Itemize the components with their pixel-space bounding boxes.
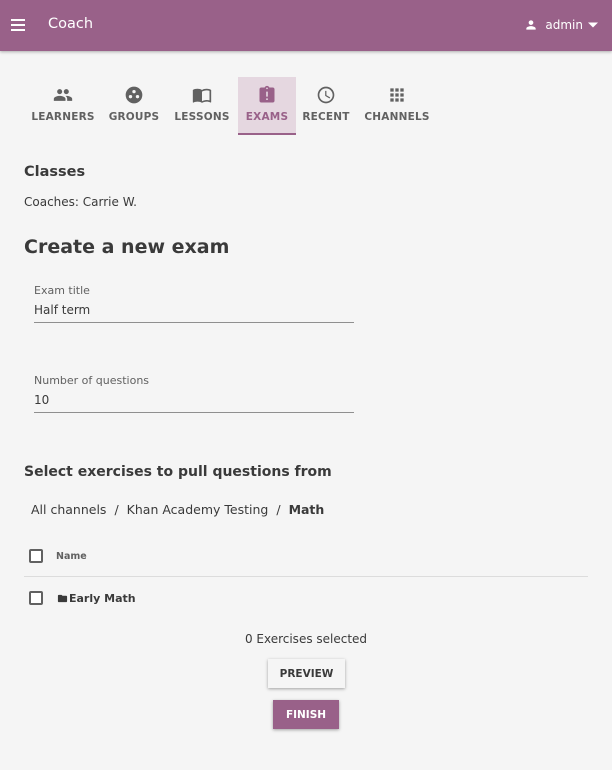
tab-learners[interactable]: LEARNERS — [24, 77, 102, 135]
tab-label: GROUPS — [108, 111, 160, 123]
user-name: admin — [545, 18, 583, 32]
row-checkbox[interactable] — [29, 591, 43, 605]
clock-icon — [317, 86, 335, 104]
exercise-table: Name Early Math — [24, 536, 588, 618]
num-questions-label: Number of questions — [34, 374, 150, 387]
num-questions-input[interactable] — [34, 387, 354, 413]
tab-label: CHANNELS — [364, 111, 430, 123]
tab-recent[interactable]: RECENT — [296, 77, 356, 135]
exercises-selected-count: 0 Exercises selected — [244, 632, 368, 646]
page-title: Create a new exam — [24, 236, 230, 258]
breadcrumb: All channels / Khan Academy Testing / Ma… — [31, 502, 324, 517]
breadcrumb-separator: / — [114, 502, 119, 517]
person-icon — [526, 20, 537, 30]
select-all-checkbox[interactable] — [29, 549, 43, 563]
breadcrumb-all-channels[interactable]: All channels — [31, 502, 106, 517]
exam-title-label: Exam title — [34, 284, 90, 297]
user-menu[interactable]: admin — [524, 15, 598, 35]
tab-groups[interactable]: GROUPS — [102, 77, 166, 135]
tab-label: LESSONS — [174, 111, 230, 123]
breadcrumb-current: Math — [288, 502, 325, 517]
coaches-text: Coaches: Carrie W. — [24, 195, 137, 209]
preview-button[interactable]: PREVIEW — [268, 659, 345, 688]
topic-name: Early Math — [69, 592, 136, 605]
coach-nav-tabs: LEARNERS GROUPS LESSONS EXAMS RECENT CHA… — [24, 77, 438, 135]
breadcrumb-khan-academy-testing[interactable]: Khan Academy Testing — [127, 502, 269, 517]
apps-grid-icon — [390, 88, 404, 102]
tab-lessons[interactable]: LESSONS — [166, 77, 238, 135]
classes-heading: Classes — [24, 164, 86, 180]
menu-icon[interactable] — [9, 15, 27, 35]
people-icon — [53, 89, 73, 101]
num-questions-field: Number of questions — [34, 374, 354, 413]
assignment-late-icon — [259, 85, 275, 103]
breadcrumb-separator: / — [276, 502, 281, 517]
select-exercises-heading: Select exercises to pull questions from — [24, 464, 332, 480]
tab-exams[interactable]: EXAMS — [238, 77, 296, 135]
exam-title-field: Exam title — [34, 284, 354, 323]
exam-title-input[interactable] — [34, 297, 354, 323]
caret-down-icon — [588, 22, 598, 28]
app-title: Coach — [48, 16, 94, 32]
book-icon — [192, 88, 212, 103]
table-row: Early Math — [24, 577, 588, 618]
tab-label: RECENT — [302, 111, 350, 123]
tab-label: EXAMS — [245, 111, 289, 123]
groups-icon — [125, 86, 143, 104]
finish-button[interactable]: FINISH — [273, 700, 339, 729]
topic-link-early-math[interactable]: Early Math — [57, 592, 136, 605]
column-header-name: Name — [56, 551, 87, 562]
app-bar: Coach admin — [0, 0, 612, 51]
folder-icon — [57, 594, 68, 603]
tab-label: LEARNERS — [31, 111, 95, 123]
tab-channels[interactable]: CHANNELS — [356, 77, 438, 135]
table-header-row: Name — [24, 536, 588, 577]
